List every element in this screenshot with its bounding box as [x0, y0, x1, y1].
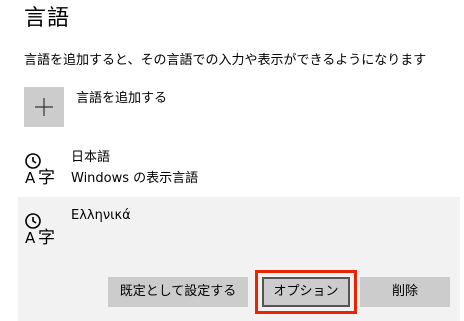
language-item-greek[interactable]: A 字 Ελληνικά 既定として設定する オプション 削除 [18, 197, 460, 321]
add-language-label: 言語を追加する [76, 91, 168, 106]
remove-button[interactable]: 削除 [360, 277, 450, 307]
set-default-button[interactable]: 既定として設定する [108, 277, 248, 307]
language-icon: A 字 [25, 153, 55, 187]
add-language-tile[interactable] [24, 87, 64, 127]
options-button[interactable]: オプション [255, 270, 357, 314]
svg-text:A: A [25, 169, 36, 187]
language-subtitle: Windows の表示言語 [71, 171, 199, 186]
page-title: 言語 [24, 6, 71, 31]
language-settings-page: 言語 言語を追加すると、その言語での入力や表示ができるようになります 言語を追加… [0, 0, 464, 321]
language-name: Ελληνικά [71, 208, 131, 223]
svg-text:字: 字 [38, 168, 55, 187]
svg-text:字: 字 [38, 228, 55, 247]
plus-icon [35, 98, 53, 116]
language-item-japanese[interactable]: A 字 日本語 Windows の表示言語 [18, 141, 460, 195]
language-icon: A 字 [25, 213, 55, 247]
svg-text:A: A [25, 229, 36, 247]
language-name: 日本語 [71, 150, 111, 165]
page-description: 言語を追加すると、その言語での入力や表示ができるようになります [24, 53, 427, 68]
add-language-button[interactable]: 言語を追加する [24, 87, 444, 129]
